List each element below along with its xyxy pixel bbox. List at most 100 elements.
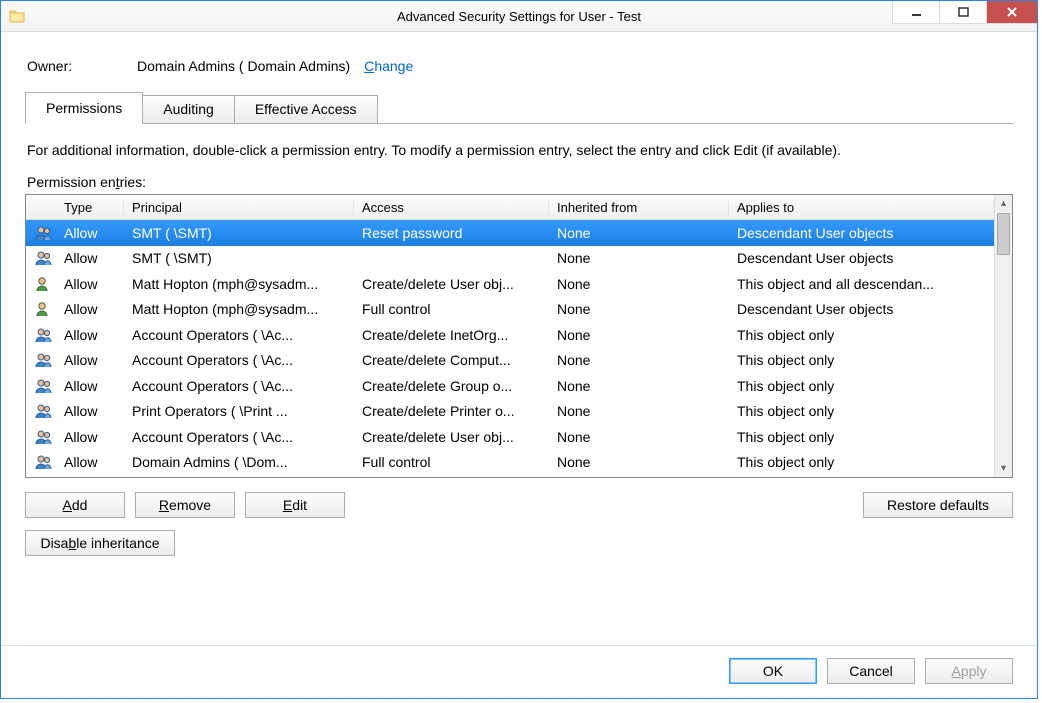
cell-access: Create/delete User obj...	[354, 429, 549, 445]
cell-applies: Descendant User objects	[729, 250, 994, 266]
cell-applies: This object only	[729, 378, 994, 394]
cell-type: Allow	[56, 429, 124, 445]
tab-effective-access[interactable]: Effective Access	[234, 95, 378, 124]
cell-applies: This object only	[729, 454, 994, 470]
owner-value: Domain Admins ( Domain Admins)	[137, 58, 350, 74]
cell-applies: This object only	[729, 327, 994, 343]
window: Advanced Security Settings for User - Te…	[0, 0, 1038, 699]
cell-inherited: None	[549, 378, 729, 394]
cell-type: Allow	[56, 352, 124, 368]
col-inherited[interactable]: Inherited from	[549, 200, 729, 215]
cell-applies: This object only	[729, 429, 994, 445]
cell-type: Allow	[56, 327, 124, 343]
tab-auditing[interactable]: Auditing	[142, 95, 235, 124]
principal-icon	[26, 300, 56, 318]
cell-inherited: None	[549, 429, 729, 445]
cell-access: Full control	[354, 301, 549, 317]
restore-defaults-button[interactable]: Restore defaults	[863, 492, 1013, 518]
cell-access: Create/delete Printer o...	[354, 403, 549, 419]
principal-icon	[26, 326, 56, 344]
cell-access: Create/delete Group o...	[354, 378, 549, 394]
col-applies[interactable]: Applies to	[729, 200, 994, 215]
tab-permissions[interactable]: Permissions	[25, 92, 143, 124]
cell-principal: SMT ( \SMT)	[124, 250, 354, 266]
principal-icon	[26, 275, 56, 293]
dialog-button-row: OK Cancel Apply	[1, 645, 1037, 684]
apply-button[interactable]: Apply	[925, 658, 1013, 684]
principal-icon	[26, 224, 56, 242]
minimize-button[interactable]	[892, 1, 939, 24]
cell-principal: Matt Hopton (mph@sysadm...	[124, 301, 354, 317]
table-row[interactable]: AllowPrint Operators ( \Print ...Create/…	[26, 399, 994, 425]
scroll-up-icon[interactable]: ▴	[995, 195, 1012, 212]
cell-principal: Account Operators ( \Ac...	[124, 352, 354, 368]
cancel-button[interactable]: Cancel	[827, 658, 915, 684]
table-row[interactable]: AllowMatt Hopton (mph@sysadm...Create/de…	[26, 271, 994, 297]
change-owner-link[interactable]: Change	[364, 58, 413, 74]
cell-type: Allow	[56, 378, 124, 394]
cell-inherited: None	[549, 403, 729, 419]
owner-row: Owner: Domain Admins ( Domain Admins) Ch…	[27, 58, 1013, 74]
cell-access: Reset password	[354, 225, 549, 241]
cell-principal: Account Operators ( \Ac...	[124, 429, 354, 445]
cell-inherited: None	[549, 327, 729, 343]
info-text: For additional information, double-click…	[27, 142, 1011, 158]
cell-inherited: None	[549, 225, 729, 241]
window-controls	[892, 1, 1037, 31]
cell-inherited: None	[549, 454, 729, 470]
cell-applies: This object only	[729, 403, 994, 419]
owner-label: Owner:	[27, 58, 137, 74]
maximize-button[interactable]	[939, 1, 986, 24]
action-button-row: Add Remove Edit Restore defaults	[25, 492, 1013, 518]
cell-access: Create/delete InetOrg...	[354, 327, 549, 343]
principal-icon	[26, 428, 56, 446]
table-row[interactable]: AllowAccount Operators ( \Ac...Create/de…	[26, 348, 994, 374]
cell-access: Create/delete User obj...	[354, 276, 549, 292]
client-area: Owner: Domain Admins ( Domain Admins) Ch…	[1, 32, 1037, 698]
permission-listview[interactable]: Type Principal Access Inherited from App…	[25, 194, 1013, 478]
cell-applies: Descendant User objects	[729, 301, 994, 317]
cell-type: Allow	[56, 301, 124, 317]
table-row[interactable]: AllowSMT ( \SMT)NoneDescendant User obje…	[26, 246, 994, 272]
table-row[interactable]: AllowAccount Operators ( \Ac...Create/de…	[26, 322, 994, 348]
table-row[interactable]: AllowSMT ( \SMT)Reset passwordNoneDescen…	[26, 220, 994, 246]
scroll-thumb[interactable]	[997, 213, 1010, 255]
cell-type: Allow	[56, 454, 124, 470]
close-button[interactable]	[986, 1, 1037, 24]
cell-type: Allow	[56, 250, 124, 266]
cell-principal: Account Operators ( \Ac...	[124, 327, 354, 343]
permission-entries-label: Permission entries:	[27, 174, 1011, 190]
table-row[interactable]: AllowDomain Admins ( \Dom...Full control…	[26, 450, 994, 476]
scroll-down-icon[interactable]: ▾	[995, 460, 1012, 477]
inheritance-button-row: Disable inheritance	[25, 530, 1013, 556]
remove-button[interactable]: Remove	[135, 492, 235, 518]
cell-applies: Descendant User objects	[729, 225, 994, 241]
table-row[interactable]: AllowMatt Hopton (mph@sysadm...Full cont…	[26, 297, 994, 323]
principal-icon	[26, 377, 56, 395]
col-access[interactable]: Access	[354, 200, 549, 215]
cell-inherited: None	[549, 352, 729, 368]
cell-inherited: None	[549, 276, 729, 292]
ok-button[interactable]: OK	[729, 658, 817, 684]
cell-inherited: None	[549, 301, 729, 317]
edit-button[interactable]: Edit	[245, 492, 345, 518]
col-type[interactable]: Type	[56, 200, 124, 215]
disable-inheritance-button[interactable]: Disable inheritance	[25, 530, 175, 556]
cell-applies: This object and all descendan...	[729, 276, 994, 292]
principal-icon	[26, 249, 56, 267]
titlebar: Advanced Security Settings for User - Te…	[1, 1, 1037, 32]
vertical-scrollbar[interactable]: ▴ ▾	[994, 195, 1012, 477]
cell-principal: SMT ( \SMT)	[124, 225, 354, 241]
cell-principal: Account Operators ( \Ac...	[124, 378, 354, 394]
listview-body: AllowSMT ( \SMT)Reset passwordNoneDescen…	[26, 220, 994, 475]
cell-applies: This object only	[729, 352, 994, 368]
cell-access: Full control	[354, 454, 549, 470]
add-button[interactable]: Add	[25, 492, 125, 518]
principal-icon	[26, 402, 56, 420]
cell-type: Allow	[56, 403, 124, 419]
tabstrip: Permissions Auditing Effective Access	[25, 92, 1013, 124]
table-row[interactable]: AllowAccount Operators ( \Ac...Create/de…	[26, 373, 994, 399]
col-principal[interactable]: Principal	[124, 200, 354, 215]
window-title: Advanced Security Settings for User - Te…	[1, 9, 1037, 24]
table-row[interactable]: AllowAccount Operators ( \Ac...Create/de…	[26, 424, 994, 450]
